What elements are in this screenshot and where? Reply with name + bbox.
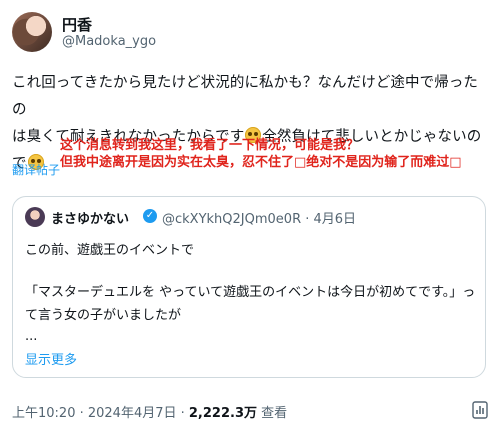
quoted-meta: @ckXYkhQ2JQm0e0R · 4月6日 — [162, 212, 357, 227]
overlay-line-2: 但我中途离开是因为实在太臭，忍不住了□绝对不是因为输了而难过□ — [60, 155, 462, 170]
author-name[interactable]: 円香 — [62, 14, 92, 35]
quoted-post-header: まさゆかない ✓ @ckXYkhQ2JQm0e0R · 4月6日 — [25, 207, 475, 227]
overlay-line-1: 这个消息转到我这里，我看了一下情况，可能是我？ — [60, 138, 360, 153]
quoted-post[interactable]: まさゆかない ✓ @ckXYkhQ2JQm0e0R · 4月6日 この前、遊戯王… — [12, 196, 486, 378]
post-footer: 上午10:20 · 2024年4月7日 · 2,222.3万 查看 — [12, 402, 287, 421]
translate-post-link[interactable]: 翻译帖子 — [12, 161, 60, 178]
post-header: 円香 @Madoka_ygo — [12, 10, 488, 58]
quoted-author-name: まさゆかない — [51, 212, 130, 227]
translation-overlay: 这个消息转到我这里，我看了一下情况，可能是我？ 但我中途离开是因为实在太臭，忍不… — [60, 137, 490, 171]
post-timestamp[interactable]: 上午10:20 · 2024年4月7日 · — [12, 406, 189, 421]
author-avatar[interactable] — [12, 12, 52, 52]
views-label: 查看 — [257, 406, 288, 421]
quoted-author-avatar — [25, 207, 45, 227]
show-more-link[interactable]: 显示更多 — [25, 349, 77, 368]
quoted-line-4: ... — [25, 329, 38, 344]
author-handle[interactable]: @Madoka_ygo — [62, 34, 156, 49]
quoted-line-1: この前、遊戯王のイベントで — [25, 243, 195, 258]
analytics-icon[interactable] — [472, 401, 488, 419]
quoted-line-3: て言う女の子がいましたが — [25, 308, 182, 323]
quoted-date: 4月6日 — [313, 212, 357, 227]
post-line-1: これ回ってきたから見たけど状況的に私かも？なんだけど途中で帰ったの — [12, 75, 479, 118]
views-count: 2,222.3万 — [188, 406, 257, 421]
quoted-author-handle: @ckXYkhQ2JQm0e0R — [162, 212, 302, 227]
quoted-line-2: 「マスターデュエルを やっていて遊戯王のイベントは今日が初めてです。」っ — [25, 285, 476, 300]
verified-badge-icon: ✓ — [143, 209, 157, 223]
